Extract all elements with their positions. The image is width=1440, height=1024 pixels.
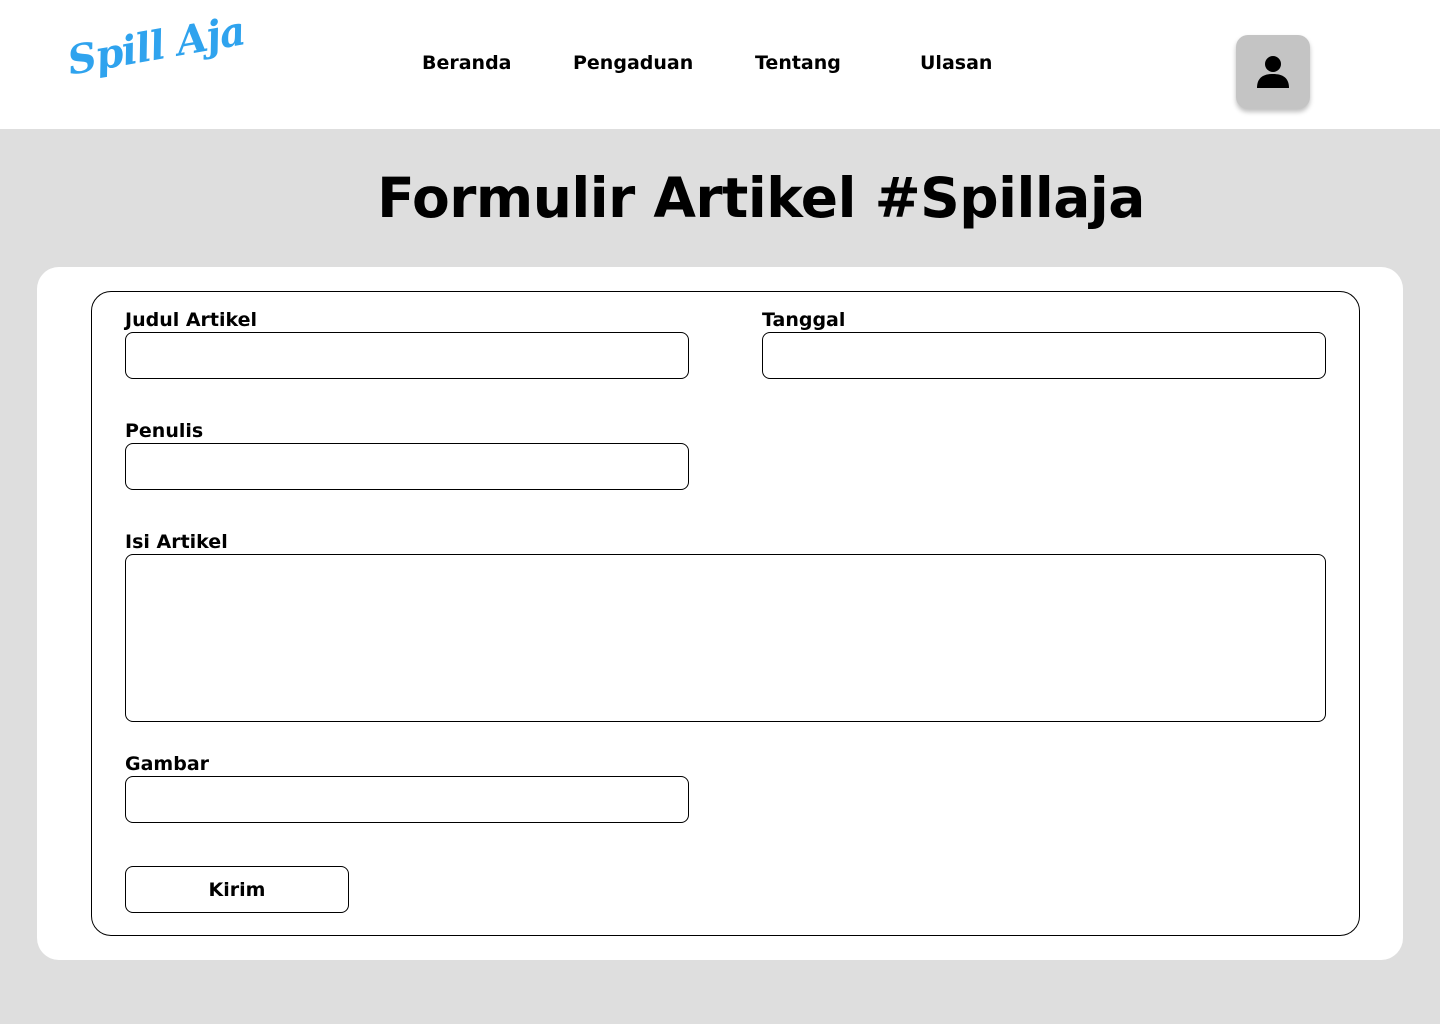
article-form: Judul Artikel Tanggal Penulis Isi Artike… <box>91 291 1360 936</box>
isi-artikel-label: Isi Artikel <box>125 531 228 553</box>
spill-aja-logo[interactable]: Spill Aja <box>64 7 248 84</box>
form-card: Judul Artikel Tanggal Penulis Isi Artike… <box>37 267 1403 960</box>
tanggal-label: Tanggal <box>762 309 846 331</box>
nav-item-pengaduan[interactable]: Pengaduan <box>573 52 693 74</box>
top-navigation-bar: Spill Aja Beranda Pengaduan Tentang Ulas… <box>0 0 1440 129</box>
page-title: Formulir Artikel #Spillaja <box>377 166 1145 230</box>
isi-artikel-textarea[interactable] <box>125 554 1326 722</box>
profile-button[interactable] <box>1236 35 1310 109</box>
penulis-input[interactable] <box>125 443 689 490</box>
kirim-button[interactable]: Kirim <box>125 866 349 913</box>
penulis-label: Penulis <box>125 420 204 442</box>
judul-artikel-label: Judul Artikel <box>125 309 258 331</box>
user-icon <box>1257 56 1289 88</box>
nav-item-ulasan[interactable]: Ulasan <box>920 52 992 74</box>
nav-item-tentang[interactable]: Tentang <box>755 52 841 74</box>
gambar-label: Gambar <box>125 753 210 775</box>
judul-artikel-input[interactable] <box>125 332 689 379</box>
nav-item-beranda[interactable]: Beranda <box>422 52 512 74</box>
tanggal-input[interactable] <box>762 332 1326 379</box>
gambar-input[interactable] <box>125 776 689 823</box>
